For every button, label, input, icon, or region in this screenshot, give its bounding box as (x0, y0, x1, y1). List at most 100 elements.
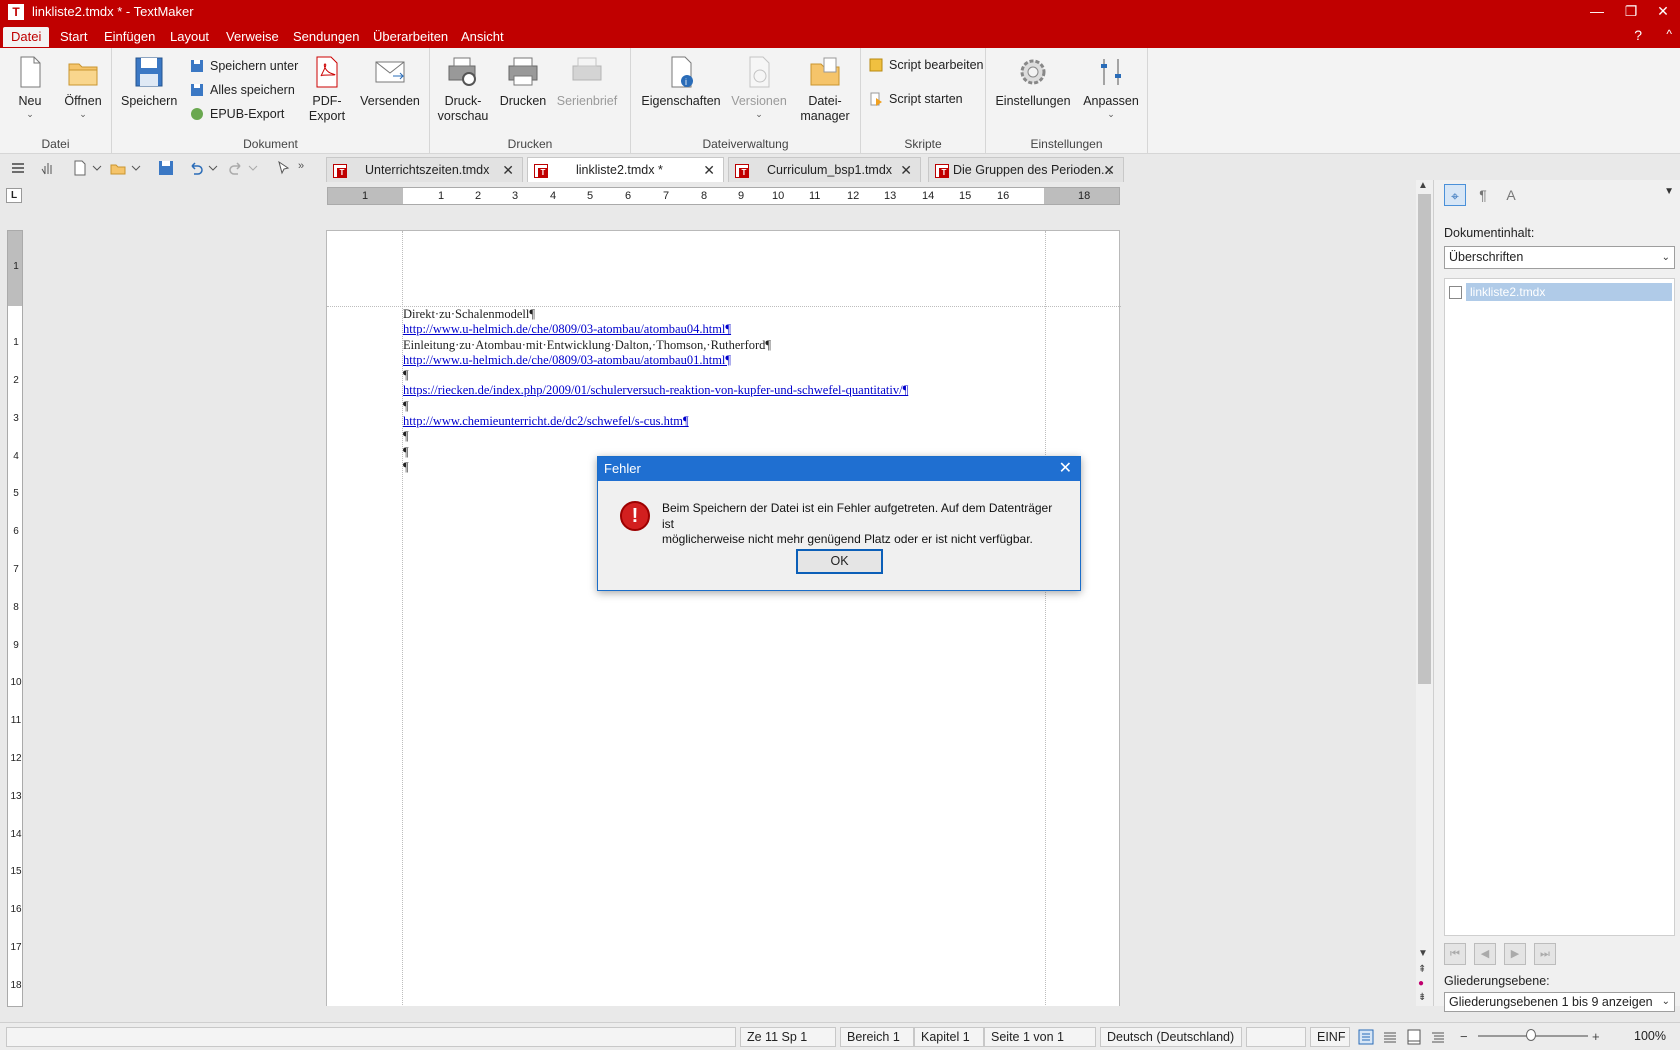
more-tools-icon[interactable]: » (298, 160, 314, 176)
serienbrief-button[interactable]: Serienbrief (554, 54, 620, 109)
script-starten-button[interactable]: Script starten (867, 89, 963, 109)
anpassen-button[interactable]: Anpassen ⌄ (1082, 54, 1140, 119)
language-indicator[interactable]: Deutsch (Deutschland) (1100, 1027, 1242, 1047)
textmaker-app-icon[interactable]: T (8, 4, 24, 20)
close-window-button[interactable]: ✕ (1646, 0, 1680, 24)
scroll-down-icon[interactable]: ▼ (1418, 948, 1428, 959)
tab-ueberarbeiten[interactable]: Überarbeiten (365, 27, 456, 47)
continuous-view-icon[interactable] (1382, 1029, 1398, 1045)
speichern-unter-button[interactable]: Speichern unter (188, 56, 298, 76)
help-icon[interactable]: ? (1634, 27, 1642, 43)
paragraph[interactable]: ¶ (403, 368, 908, 383)
zoom-out-button[interactable]: − (1460, 1029, 1476, 1045)
redo-icon[interactable] (228, 160, 244, 176)
next-page-icon[interactable]: ⇟ (1418, 992, 1426, 1003)
vertical-scrollbar[interactable]: ▲ ▼ ⇞ ● ⇟ (1416, 180, 1433, 1006)
paragraph[interactable]: Einleitung·zu·Atombau·mit·Entwicklung·Da… (403, 338, 908, 353)
tree-item-checkbox[interactable] (1449, 286, 1462, 299)
tree-item[interactable]: linkliste2.tmdx (1449, 283, 1672, 301)
drucken-button[interactable]: Drucken (498, 54, 548, 109)
alles-speichern-button[interactable]: Alles speichern (188, 80, 295, 100)
navigator-compass-icon[interactable]: ⌖ (1444, 184, 1466, 206)
tab-datei[interactable]: Datei (3, 27, 50, 47)
tab-stop-selector[interactable]: L (6, 188, 22, 203)
druckvorschau-button[interactable]: Druck- vorschau (434, 54, 492, 124)
hand-tool-icon[interactable] (40, 160, 56, 176)
insert-mode-indicator[interactable]: EINF (1310, 1027, 1350, 1047)
new-file-icon[interactable] (72, 160, 88, 176)
script-bearbeiten-button[interactable]: Script bearbeiten (867, 55, 984, 75)
hyperlink[interactable]: http://www.u-helmich.de/che/0809/03-atom… (403, 322, 908, 337)
vertical-ruler[interactable]: 1 1 2 3 4 5 6 7 8 9 10 11 12 13 14 15 16… (7, 230, 23, 1007)
chevron-down-icon[interactable] (92, 160, 102, 176)
close-tab-icon[interactable]: ✕ (502, 158, 514, 182)
outline-view-icon[interactable] (1430, 1029, 1446, 1045)
next-item-icon[interactable]: ▶ (1504, 943, 1526, 965)
open-file-icon[interactable] (110, 160, 126, 176)
tab-layout[interactable]: Layout (162, 27, 217, 47)
tab-sendungen[interactable]: Sendungen (285, 27, 368, 47)
dateimanager-button[interactable]: Datei- manager (797, 54, 853, 124)
paragraph[interactable]: Direkt·zu·Schalenmodell¶ (403, 307, 908, 322)
pdf-export-button[interactable]: PDF- Export (302, 54, 352, 124)
einstellungen-button[interactable]: Einstellungen (994, 54, 1072, 109)
select-pointer-icon[interactable] (276, 160, 292, 176)
chevron-down-icon[interactable] (208, 160, 218, 176)
dialog-close-button[interactable]: ✕ (1059, 457, 1072, 481)
close-tab-icon[interactable]: ✕ (703, 158, 715, 182)
outline-tree[interactable]: linkliste2.tmdx (1444, 278, 1675, 936)
neu-button[interactable]: Neu ⌄ (10, 54, 50, 119)
paragraph-styles-icon[interactable]: ¶ (1472, 184, 1494, 206)
close-tab-icon[interactable]: ✕ (900, 158, 912, 182)
tab-verweise[interactable]: Verweise (218, 27, 287, 47)
hyperlink[interactable]: https://riecken.de/index.php/2009/01/sch… (403, 383, 908, 398)
scroll-up-icon[interactable]: ▲ (1418, 180, 1428, 191)
undo-icon[interactable] (188, 160, 204, 176)
document-body[interactable]: Direkt·zu·Schalenmodell¶ http://www.u-he… (403, 307, 908, 475)
sidebar-menu-chevron-icon[interactable]: ▼ (1664, 186, 1674, 197)
zoom-in-button[interactable]: + (1592, 1029, 1608, 1045)
paragraph[interactable]: ¶ (403, 399, 908, 414)
tab-start[interactable]: Start (52, 27, 95, 47)
content-type-select[interactable]: Überschriften ⌄ (1444, 246, 1675, 269)
minimize-button[interactable]: — (1580, 0, 1614, 24)
hamburger-menu-icon[interactable] (10, 160, 26, 176)
epub-export-button[interactable]: EPUB-Export (188, 104, 284, 124)
previous-page-icon[interactable]: ⇞ (1418, 964, 1426, 975)
tab-linkliste2[interactable]: linkliste2.tmdx * ✕ (527, 157, 724, 182)
master-page-view-icon[interactable] (1406, 1029, 1422, 1045)
zoom-level[interactable]: 100% (1612, 1027, 1674, 1047)
document-page[interactable]: Direkt·zu·Schalenmodell¶ http://www.u-he… (326, 230, 1121, 1006)
versenden-button[interactable]: Versenden (358, 54, 422, 109)
horizontal-ruler[interactable]: 1 1 2 3 4 5 6 7 8 9 10 11 12 13 14 15 16… (327, 187, 1120, 205)
speichern-button[interactable]: Speichern (121, 54, 177, 109)
previous-item-icon[interactable]: ◀ (1474, 943, 1496, 965)
scrollbar-thumb[interactable] (1418, 194, 1431, 684)
page-view-icon[interactable] (1358, 1029, 1374, 1045)
save-icon[interactable] (158, 160, 174, 176)
oeffnen-button[interactable]: Öffnen ⌄ (60, 54, 106, 119)
document-workspace[interactable]: Direkt·zu·Schalenmodell¶ http://www.u-he… (28, 206, 1416, 1006)
tab-die-gruppen[interactable]: Die Gruppen des Perioden... ✕ (928, 157, 1124, 182)
hyperlink[interactable]: http://www.chemieunterricht.de/dc2/schwe… (403, 414, 908, 429)
ok-button[interactable]: OK (796, 549, 883, 574)
tab-ansicht[interactable]: Ansicht (453, 27, 512, 47)
close-tab-icon[interactable]: ✕ (1103, 158, 1115, 182)
outline-level-select[interactable]: Gliederungsebenen 1 bis 9 anzeigen ⌄ (1444, 992, 1675, 1012)
paragraph[interactable]: ¶ (403, 429, 908, 444)
tab-einfuegen[interactable]: Einfügen (96, 27, 163, 47)
browse-object-icon[interactable]: ● (1418, 978, 1424, 989)
collapse-ribbon-icon[interactable]: ^ (1666, 27, 1672, 41)
restore-button[interactable]: ❐ (1614, 0, 1648, 24)
hyperlink[interactable]: http://www.u-helmich.de/che/0809/03-atom… (403, 353, 908, 368)
chevron-down-icon[interactable] (248, 160, 258, 176)
versionen-button[interactable]: Versionen ⌄ (727, 54, 791, 119)
last-item-icon[interactable]: ⏭ (1534, 943, 1556, 965)
eigenschaften-button[interactable]: i Eigenschaften (641, 54, 721, 109)
first-item-icon[interactable]: ⏮ (1444, 943, 1466, 965)
tab-curriculum[interactable]: Curriculum_bsp1.tmdx ✕ (728, 157, 921, 182)
zoom-slider-handle[interactable] (1526, 1029, 1536, 1041)
tab-unterrichtszeiten[interactable]: Unterrichtszeiten.tmdx ✕ (326, 157, 523, 182)
character-styles-icon[interactable]: A (1500, 184, 1522, 206)
chevron-down-icon[interactable] (131, 160, 141, 176)
